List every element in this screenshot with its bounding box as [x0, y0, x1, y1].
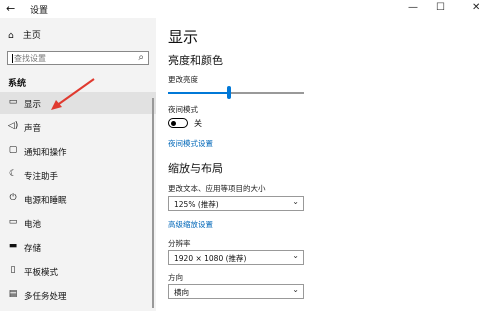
sidebar-item-storage[interactable]: ▬ 存储	[0, 236, 156, 258]
sidebar-item-multitasking[interactable]: ▤ 多任务处理	[0, 284, 156, 306]
night-mode-state: 关	[194, 119, 202, 128]
maximize-icon[interactable]: ☐	[436, 2, 445, 13]
brightness-slider-fill	[168, 92, 230, 94]
sidebar-item-label: 电源和睡眠	[24, 196, 67, 206]
section-label: 系统	[8, 79, 27, 89]
sidebar-item-label: 电池	[24, 220, 42, 230]
search-icon[interactable]: ⌕	[138, 52, 144, 63]
power-icon: ⏻	[9, 193, 17, 203]
tablet-icon: ▯	[10, 265, 16, 275]
back-arrow-icon[interactable]: ←	[6, 2, 15, 15]
monitor-icon: ▭	[8, 97, 18, 107]
advanced-scaling-link[interactable]: 高级缩放设置	[168, 219, 213, 230]
search-box[interactable]: ⌕	[7, 51, 149, 65]
night-mode-label: 夜间模式	[168, 105, 198, 114]
red-arrow-annotation	[51, 78, 95, 110]
brightness-slider[interactable]	[168, 86, 304, 99]
scale-heading: 缩放与布局	[168, 162, 223, 175]
sidebar-item-label: 通知和操作	[24, 148, 67, 158]
sidebar-item-sound[interactable]: ◁) 声音	[0, 116, 156, 138]
search-input[interactable]	[14, 53, 132, 63]
sidebar-item-label: 多任务处理	[24, 292, 67, 302]
sidebar: ⌂ 主页 ⌕ 系统 ▭ 显示 ◁) 声音 ▢ 通知和操作 ☾ 专注助手 ⏻ 电源…	[0, 18, 156, 311]
chevron-down-icon: ⌄	[292, 285, 299, 294]
battery-icon: ▭	[8, 217, 18, 227]
scale-value: 125% (推荐)	[174, 200, 219, 209]
home-label: 主页	[22, 31, 41, 41]
sidebar-item-tablet[interactable]: ▯ 平板模式	[0, 260, 156, 282]
sidebar-item-focus-assist[interactable]: ☾ 专注助手	[0, 164, 156, 186]
scale-label: 更改文本、应用等项目的大小	[168, 184, 266, 193]
sidebar-item-label: 显示	[24, 100, 42, 110]
orientation-value: 横向	[174, 288, 189, 297]
brightness-label: 更改亮度	[168, 75, 198, 84]
brightness-slider-thumb[interactable]	[227, 86, 232, 99]
sidebar-item-label: 专注助手	[24, 172, 59, 182]
storage-icon: ▬	[8, 241, 18, 251]
night-mode-settings-link[interactable]: 夜间模式设置	[168, 138, 213, 149]
chevron-down-icon: ⌄	[292, 251, 299, 260]
brightness-heading: 亮度和颜色	[168, 54, 223, 67]
home-icon: ⌂	[8, 31, 14, 41]
page-title: 显示	[168, 28, 199, 46]
text-caret	[12, 54, 13, 63]
orientation-dropdown[interactable]: 横向 ⌄	[168, 284, 304, 299]
settings-window: ← 设置 — ☐ ✕ ⌂ 主页 ⌕ 系统 ▭ 显示 ◁) 声音 ▢ 通知和操作	[0, 0, 500, 311]
sidebar-item-label: 声音	[24, 124, 42, 134]
multitask-icon: ▤	[8, 289, 18, 299]
moon-icon: ☾	[8, 169, 18, 179]
speaker-icon: ◁)	[7, 121, 19, 131]
home-link[interactable]: ⌂ 主页	[8, 28, 41, 41]
sidebar-item-battery[interactable]: ▭ 电池	[0, 212, 156, 234]
sidebar-item-notifications[interactable]: ▢ 通知和操作	[0, 140, 156, 162]
resolution-dropdown[interactable]: 1920 × 1080 (推荐) ⌄	[168, 250, 304, 265]
chevron-down-icon: ⌄	[292, 197, 299, 206]
sidebar-item-label: 存储	[24, 244, 42, 254]
resolution-value: 1920 × 1080 (推荐)	[174, 254, 247, 263]
night-mode-toggle[interactable]	[168, 118, 188, 128]
scale-dropdown[interactable]: 125% (推荐) ⌄	[168, 196, 304, 211]
window-title: 设置	[30, 6, 49, 16]
close-icon[interactable]: ✕	[472, 2, 480, 13]
minimize-icon[interactable]: —	[408, 2, 418, 13]
resolution-label: 分辨率	[168, 239, 191, 248]
sidebar-scrollbar[interactable]	[152, 98, 154, 308]
main-panel: 显示 亮度和颜色 更改亮度 夜间模式 关 夜间模式设置 缩放与布局 更改文本、应…	[156, 18, 500, 311]
toggle-knob	[171, 120, 176, 126]
sidebar-item-label: 平板模式	[24, 268, 59, 278]
title-bar: ← 设置 — ☐ ✕	[0, 0, 500, 18]
orientation-label: 方向	[168, 273, 183, 282]
sidebar-item-power[interactable]: ⏻ 电源和睡眠	[0, 188, 156, 210]
notification-icon: ▢	[8, 145, 18, 155]
